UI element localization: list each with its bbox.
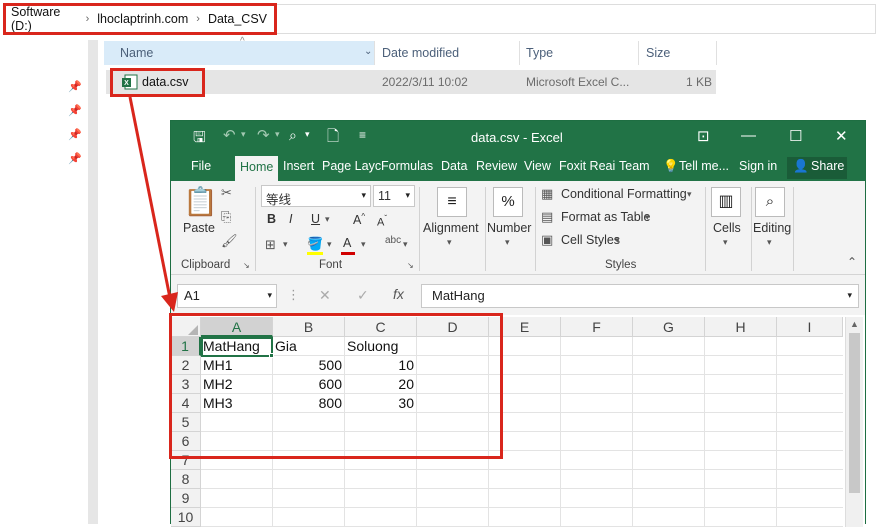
arrow-connector <box>128 96 178 312</box>
